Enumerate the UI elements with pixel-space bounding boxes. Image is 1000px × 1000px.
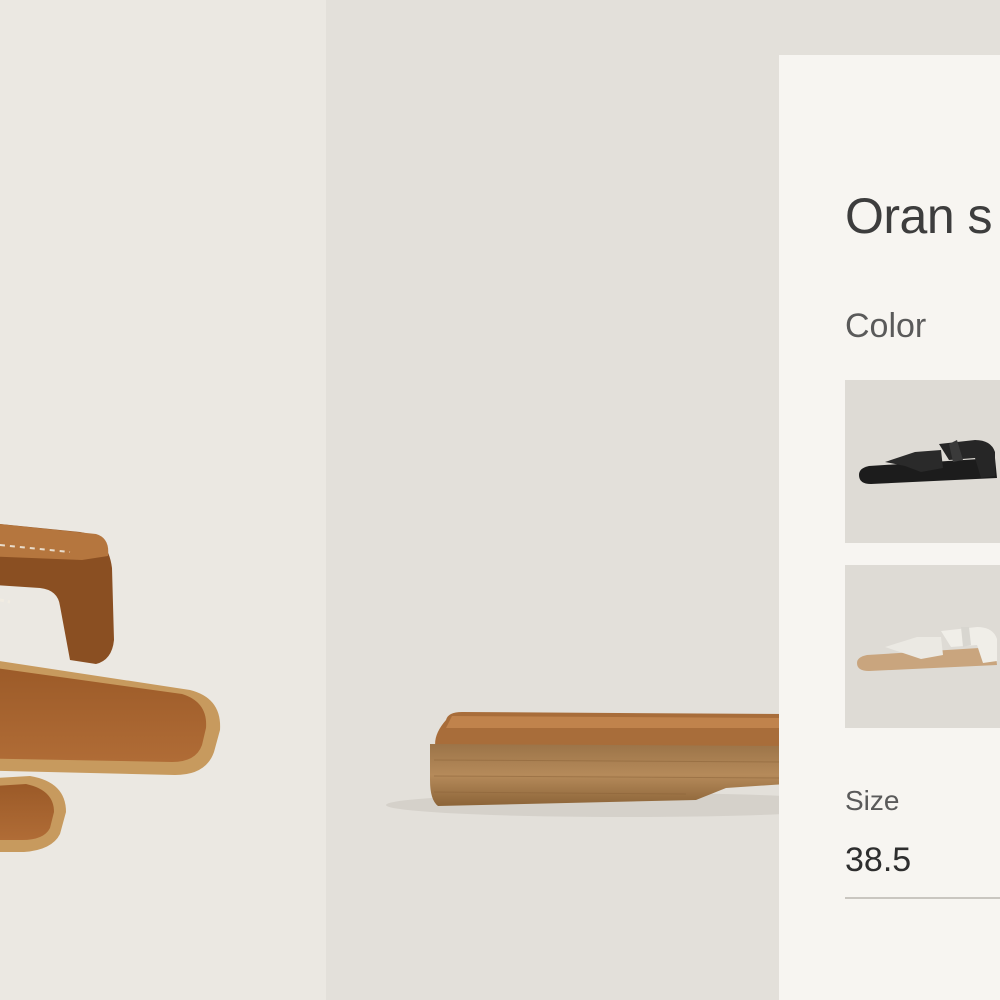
size-label: Size (845, 785, 900, 816)
white-sandal-thumbnail (857, 627, 997, 671)
sandal-top-view-image (0, 524, 221, 852)
size-selected-value: 38.5 (845, 841, 912, 879)
product-photo-top-view[interactable] (0, 0, 326, 1000)
color-swatch-white[interactable] (845, 565, 1000, 728)
color-label: Color (845, 307, 927, 345)
product-details-panel: Oran s Color Size 38.5 (779, 55, 1000, 1000)
product-title: Oran s (845, 188, 993, 244)
size-selector[interactable]: 38.5 (845, 837, 1000, 899)
color-swatch-black[interactable] (845, 380, 1000, 543)
black-sandal-thumbnail (859, 440, 997, 484)
